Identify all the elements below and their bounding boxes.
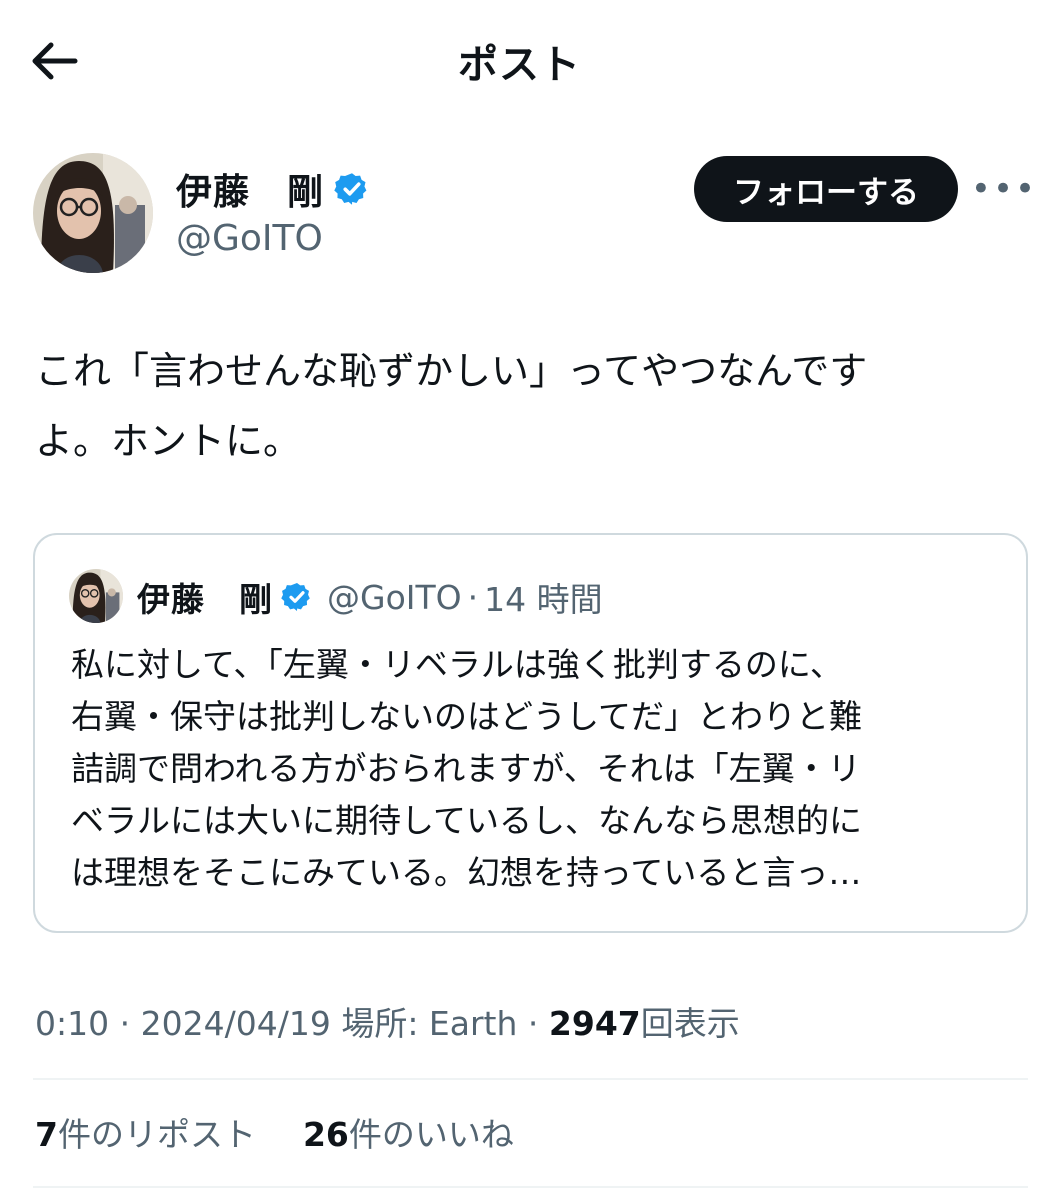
quoted-author-handle: @GoITO [327, 577, 462, 617]
tweet-line: これ「言わせんな恥ずかしい」ってやつなんです [35, 349, 868, 393]
quoted-line: 詰調で問われる方がおられますが、それは「左翼・リ [71, 749, 861, 788]
likes-label: 件のいいね [348, 1115, 514, 1154]
separator-dot: · [527, 1004, 539, 1043]
reposts-stat[interactable]: 7件のリポスト [35, 1115, 256, 1154]
follow-button[interactable]: フォローする [694, 156, 958, 222]
view-label: 回表示 [640, 1004, 740, 1043]
quoted-timestamp: 14 時間 [484, 580, 603, 619]
post-location: 場所: Earth [341, 1004, 518, 1043]
more-options-icon[interactable]: ••• [971, 169, 1035, 209]
quoted-header: 伊藤 剛 @GoITO · 14 時間 [137, 573, 603, 621]
likes-stat[interactable]: 26件のいいね [303, 1115, 514, 1154]
separator-dot: · [119, 1004, 131, 1043]
verified-badge-icon [334, 173, 367, 205]
divider [33, 1078, 1028, 1080]
post-date: 2024/04/19 [140, 1004, 331, 1043]
verified-badge-icon [281, 583, 310, 611]
post-page: ポスト 伊藤 剛 @GoITO フォローする ••• これ「言わせんな恥ずかしい… [0, 0, 1039, 1200]
author-name: 伊藤 剛 [176, 172, 325, 213]
reposts-label: 件のリポスト [57, 1115, 256, 1154]
author-name-row[interactable]: 伊藤 剛 [176, 164, 370, 214]
reposts-count: 7 [35, 1115, 58, 1154]
quoted-post-card[interactable]: 伊藤 剛 @GoITO · 14 時間 私に対して、「左翼・リベラルは強く批判す… [33, 533, 1028, 933]
avatar[interactable] [33, 153, 153, 273]
likes-count: 26 [302, 1115, 349, 1154]
top-bar: ポスト [0, 0, 1039, 120]
view-count: 2947 [548, 1004, 641, 1043]
author-handle[interactable]: @GoITO [176, 218, 323, 259]
quoted-line: は理想をそこにみている。幻想を持っていると言っ… [71, 853, 862, 892]
post-meta: 0:10 · 2024/04/19 場所: Earth · 2947回表示 [35, 997, 740, 1045]
quoted-author-name: 伊藤 剛 [137, 580, 273, 619]
quoted-line: 右翼・保守は批判しないのはどうしてだ」とわりと難 [71, 697, 863, 736]
tweet-text: これ「言わせんな恥ずかしい」ってやつなんです よ。ホントに。 [35, 336, 1005, 476]
separator-dot: · [467, 577, 479, 617]
page-title: ポスト [458, 42, 581, 88]
tweet-line: よ。ホントに。 [35, 419, 302, 463]
quoted-text: 私に対して、「左翼・リベラルは強く批判するのに、 右翼・保守は批判しないのはどう… [71, 639, 1011, 899]
post-time: 0:10 [35, 1004, 110, 1043]
quoted-line: 私に対して、「左翼・リベラルは強く批判するのに、 [71, 645, 843, 684]
quoted-line: ベラルには大いに期待しているし、なんなら思想的に [71, 801, 863, 840]
engagement-stats: 7件のリポスト 26件のいいね [35, 1108, 514, 1156]
quoted-avatar [69, 569, 123, 623]
divider [33, 1186, 1028, 1188]
